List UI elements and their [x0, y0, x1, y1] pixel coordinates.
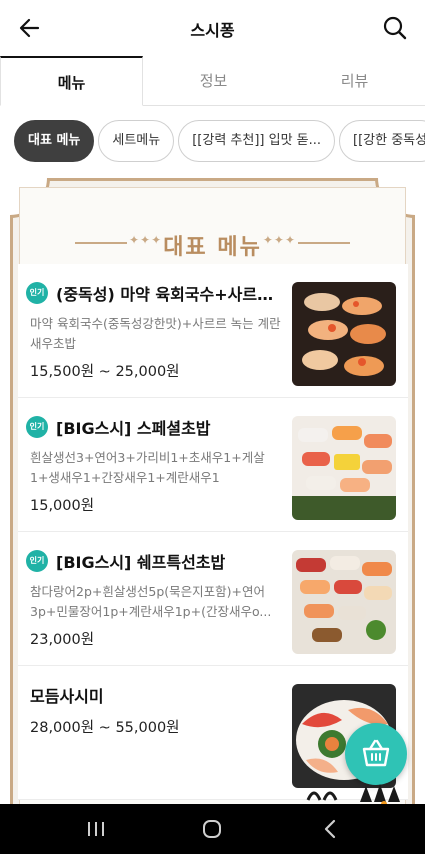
menu-item[interactable]: 인기 [BIG스시] 쉐프특선초밥 참다랑어2p+흰살생선5p(묵은지포함)+연… — [18, 532, 408, 666]
tab-review[interactable]: 리뷰 — [284, 56, 425, 105]
tab-menu[interactable]: 메뉴 — [0, 56, 143, 106]
menu-item-description: 흰살생선3+연어3+가리비1+초새우1+게살1+생새우1+간장새우1+계란새우1 — [30, 450, 265, 485]
app-bar: 스시퐁 — [0, 0, 425, 56]
basket-icon — [362, 739, 390, 767]
tab-info[interactable]: 정보 — [143, 56, 284, 105]
search-icon[interactable] — [381, 14, 409, 42]
chip-strong-recommend[interactable]: [[강력 추천]] 입맛 돋... — [178, 120, 336, 162]
recents-icon[interactable] — [84, 817, 108, 841]
menu-item[interactable]: 인기 [BIG스시] 스페셜초밥 흰살생선3+연어3+가리비1+초새우1+게살1… — [18, 398, 408, 532]
menu-list: 인기 (중독성) 마약 육회국수+사르르... 마약 육회국수(중독성강한맛)+… — [18, 264, 408, 800]
tab-bar: 메뉴 정보 리뷰 — [0, 56, 425, 106]
menu-item-price: 23,000원 — [30, 632, 95, 648]
chip-signature-menu[interactable]: 대표 메뉴 — [14, 120, 95, 162]
popular-badge: 인기 — [26, 550, 48, 572]
menu-item-price: 28,000원 ~ 55,000원 — [30, 720, 180, 736]
menu-item-name: [BIG스시] 쉐프특선초밥 — [56, 553, 226, 572]
popular-badge: 인기 — [26, 416, 48, 438]
home-icon[interactable] — [200, 817, 224, 841]
chip-set-menu[interactable]: 세트메뉴 — [98, 120, 175, 162]
menu-item-price: 15,500원 ~ 25,000원 — [30, 364, 180, 380]
chip-strong-addictive[interactable]: [[강한 중독성 — [339, 120, 425, 162]
menu-item-name: [BIG스시] 스페셜초밥 — [56, 419, 211, 438]
system-back-icon[interactable] — [318, 817, 342, 841]
system-nav-bar — [0, 804, 425, 854]
menu-item[interactable]: 인기 (중독성) 마약 육회국수+사르르... 마약 육회국수(중독성강한맛)+… — [18, 264, 408, 398]
category-chips: 대표 메뉴 세트메뉴 [[강력 추천]] 입맛 돋... [[강한 중독성 — [14, 120, 425, 164]
sushi-photo — [292, 282, 396, 386]
watermark-logo — [306, 784, 400, 806]
menu-item-name: (중독성) 마약 육회국수+사르르... — [56, 285, 281, 304]
menu-item-description: 마약 육회국수(중독성강한맛)+사르르 녹는 계란새우초밥 — [30, 316, 281, 351]
menu-item-description: 참다랑어2p+흰살생선5p(묵은지포함)+연어3p+민물장어1p+계란새우1p+… — [30, 584, 272, 619]
sushi-photo — [292, 416, 396, 520]
title-divider-right — [298, 242, 350, 244]
menu-board-viewport: ✦✦✦ 대표 메뉴 ✦✦✦ 인기 (중독성) 마약 육회국수+사르르... 마약… — [0, 178, 425, 804]
board-title: 대표 메뉴 — [163, 235, 262, 260]
sushi-photo — [292, 550, 396, 654]
page-title: 스시퐁 — [190, 21, 235, 40]
menu-item-name: 모듬사시미 — [30, 687, 104, 706]
title-ornament-right: ✦✦✦ — [262, 233, 296, 247]
popular-badge: 인기 — [26, 282, 48, 304]
menu-item-price: 15,000원 — [30, 498, 95, 514]
